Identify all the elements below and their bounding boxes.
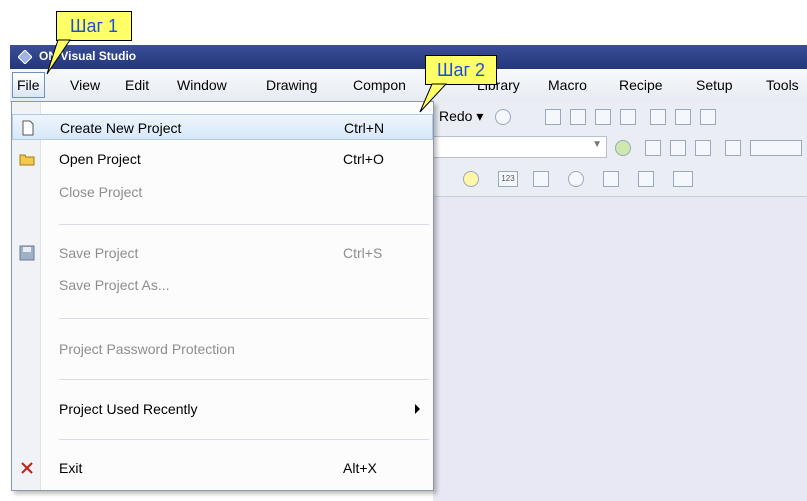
exit-label: Exit — [59, 460, 83, 476]
same-height-icon[interactable] — [700, 109, 716, 125]
align-bottom-icon[interactable] — [620, 109, 636, 125]
distribute-icon[interactable] — [650, 109, 666, 125]
align-left-icon[interactable] — [545, 109, 561, 125]
screen-view-icon[interactable] — [725, 140, 741, 156]
menu-item-close-project[interactable]: Close Project — [12, 179, 433, 205]
save-project-label: Save Project — [59, 245, 139, 261]
align-top-icon[interactable] — [595, 109, 611, 125]
menu-item-create-new-project[interactable]: Create New Project Ctrl+N — [12, 114, 433, 140]
toolbar-row-1: Redo ▾ — [433, 101, 807, 132]
exit-shortcut: Alt+X — [343, 460, 377, 476]
menu-separator — [59, 318, 429, 319]
menu-item-exit[interactable]: Exit Alt+X — [12, 455, 433, 481]
bar-graph-icon[interactable] — [603, 171, 619, 187]
menu-recipe[interactable]: Recipe — [619, 77, 663, 93]
toolbar-row-3: 123 — [433, 163, 807, 194]
step-1-callout: Шаг 1 — [56, 11, 132, 41]
menu-item-open-project[interactable]: Open Project Ctrl+O — [12, 146, 433, 172]
copy-screen-icon[interactable] — [670, 140, 686, 156]
menu-bar: File View Edit Window Drawing Compon Lib… — [10, 69, 807, 102]
submenu-arrow-icon — [415, 404, 420, 414]
new-screen-icon[interactable] — [645, 140, 661, 156]
save-project-as-label: Save Project As... — [59, 277, 170, 293]
create-new-project-label: Create New Project — [60, 120, 182, 136]
menu-item-save-project[interactable]: Save Project Ctrl+S — [12, 240, 433, 266]
new-document-icon — [22, 120, 34, 136]
menu-edit[interactable]: Edit — [125, 77, 149, 93]
step-2-callout: Шаг 2 — [425, 55, 497, 85]
redo-button[interactable]: Redo ▾ — [439, 108, 483, 125]
menu-file[interactable]: File — [12, 72, 45, 98]
chevron-down-icon: ▼ — [592, 139, 602, 150]
open-project-shortcut: Ctrl+O — [343, 151, 384, 167]
open-project-label: Open Project — [59, 151, 141, 167]
open-folder-icon — [19, 154, 35, 166]
menu-drawing[interactable]: Drawing — [266, 77, 317, 93]
workspace-canvas[interactable] — [433, 197, 807, 501]
word-lamp-icon[interactable] — [533, 171, 549, 187]
lightbulb-icon[interactable] — [615, 140, 631, 156]
menu-view[interactable]: View — [70, 77, 100, 93]
menu-item-project-used-recently[interactable]: Project Used Recently — [12, 396, 433, 422]
menu-item-save-project-as[interactable]: Save Project As... — [12, 272, 433, 298]
screen-number-input[interactable] — [750, 140, 802, 156]
menu-window[interactable]: Window — [177, 77, 227, 93]
screen-properties-icon[interactable] — [695, 140, 711, 156]
menu-macro[interactable]: Macro — [548, 77, 587, 93]
menu-separator — [59, 439, 429, 440]
menu-setup[interactable]: Setup — [696, 77, 733, 93]
toolbar-row-2: ▼ — [433, 132, 807, 163]
project-used-recently-label: Project Used Recently — [59, 401, 198, 417]
exit-x-icon — [21, 462, 33, 474]
menu-item-password-protection[interactable]: Project Password Protection — [12, 336, 433, 362]
save-project-shortcut: Ctrl+S — [343, 245, 383, 261]
lamp-icon[interactable] — [463, 171, 479, 187]
screen-combo[interactable]: ▼ — [433, 136, 607, 158]
align-center-icon[interactable] — [570, 109, 586, 125]
redo-label: Redo — [439, 108, 473, 124]
menu-tools[interactable]: Tools — [766, 77, 799, 93]
create-new-project-shortcut: Ctrl+N — [344, 120, 385, 136]
file-menu-dropdown: Create New Project Ctrl+N Open Project C… — [11, 101, 434, 491]
title-bar: ON Visual Studio — [10, 45, 807, 69]
menu-separator — [59, 379, 429, 380]
password-protection-label: Project Password Protection — [59, 341, 235, 357]
window-title: ON Visual Studio — [39, 49, 137, 63]
app-logo-icon — [18, 50, 32, 64]
numeric-display-icon[interactable]: 123 — [498, 171, 518, 187]
menu-separator — [59, 224, 429, 225]
trend-chart-icon[interactable] — [638, 171, 654, 187]
clock-icon[interactable] — [568, 171, 584, 187]
meter-icon[interactable] — [673, 171, 693, 187]
close-project-label: Close Project — [59, 184, 143, 200]
menu-components[interactable]: Compon — [353, 77, 406, 93]
save-icon — [19, 245, 35, 261]
search-icon[interactable] — [495, 109, 511, 125]
toolbar-area: Redo ▾ ▼ 123 — [433, 101, 807, 197]
same-width-icon[interactable] — [675, 109, 691, 125]
